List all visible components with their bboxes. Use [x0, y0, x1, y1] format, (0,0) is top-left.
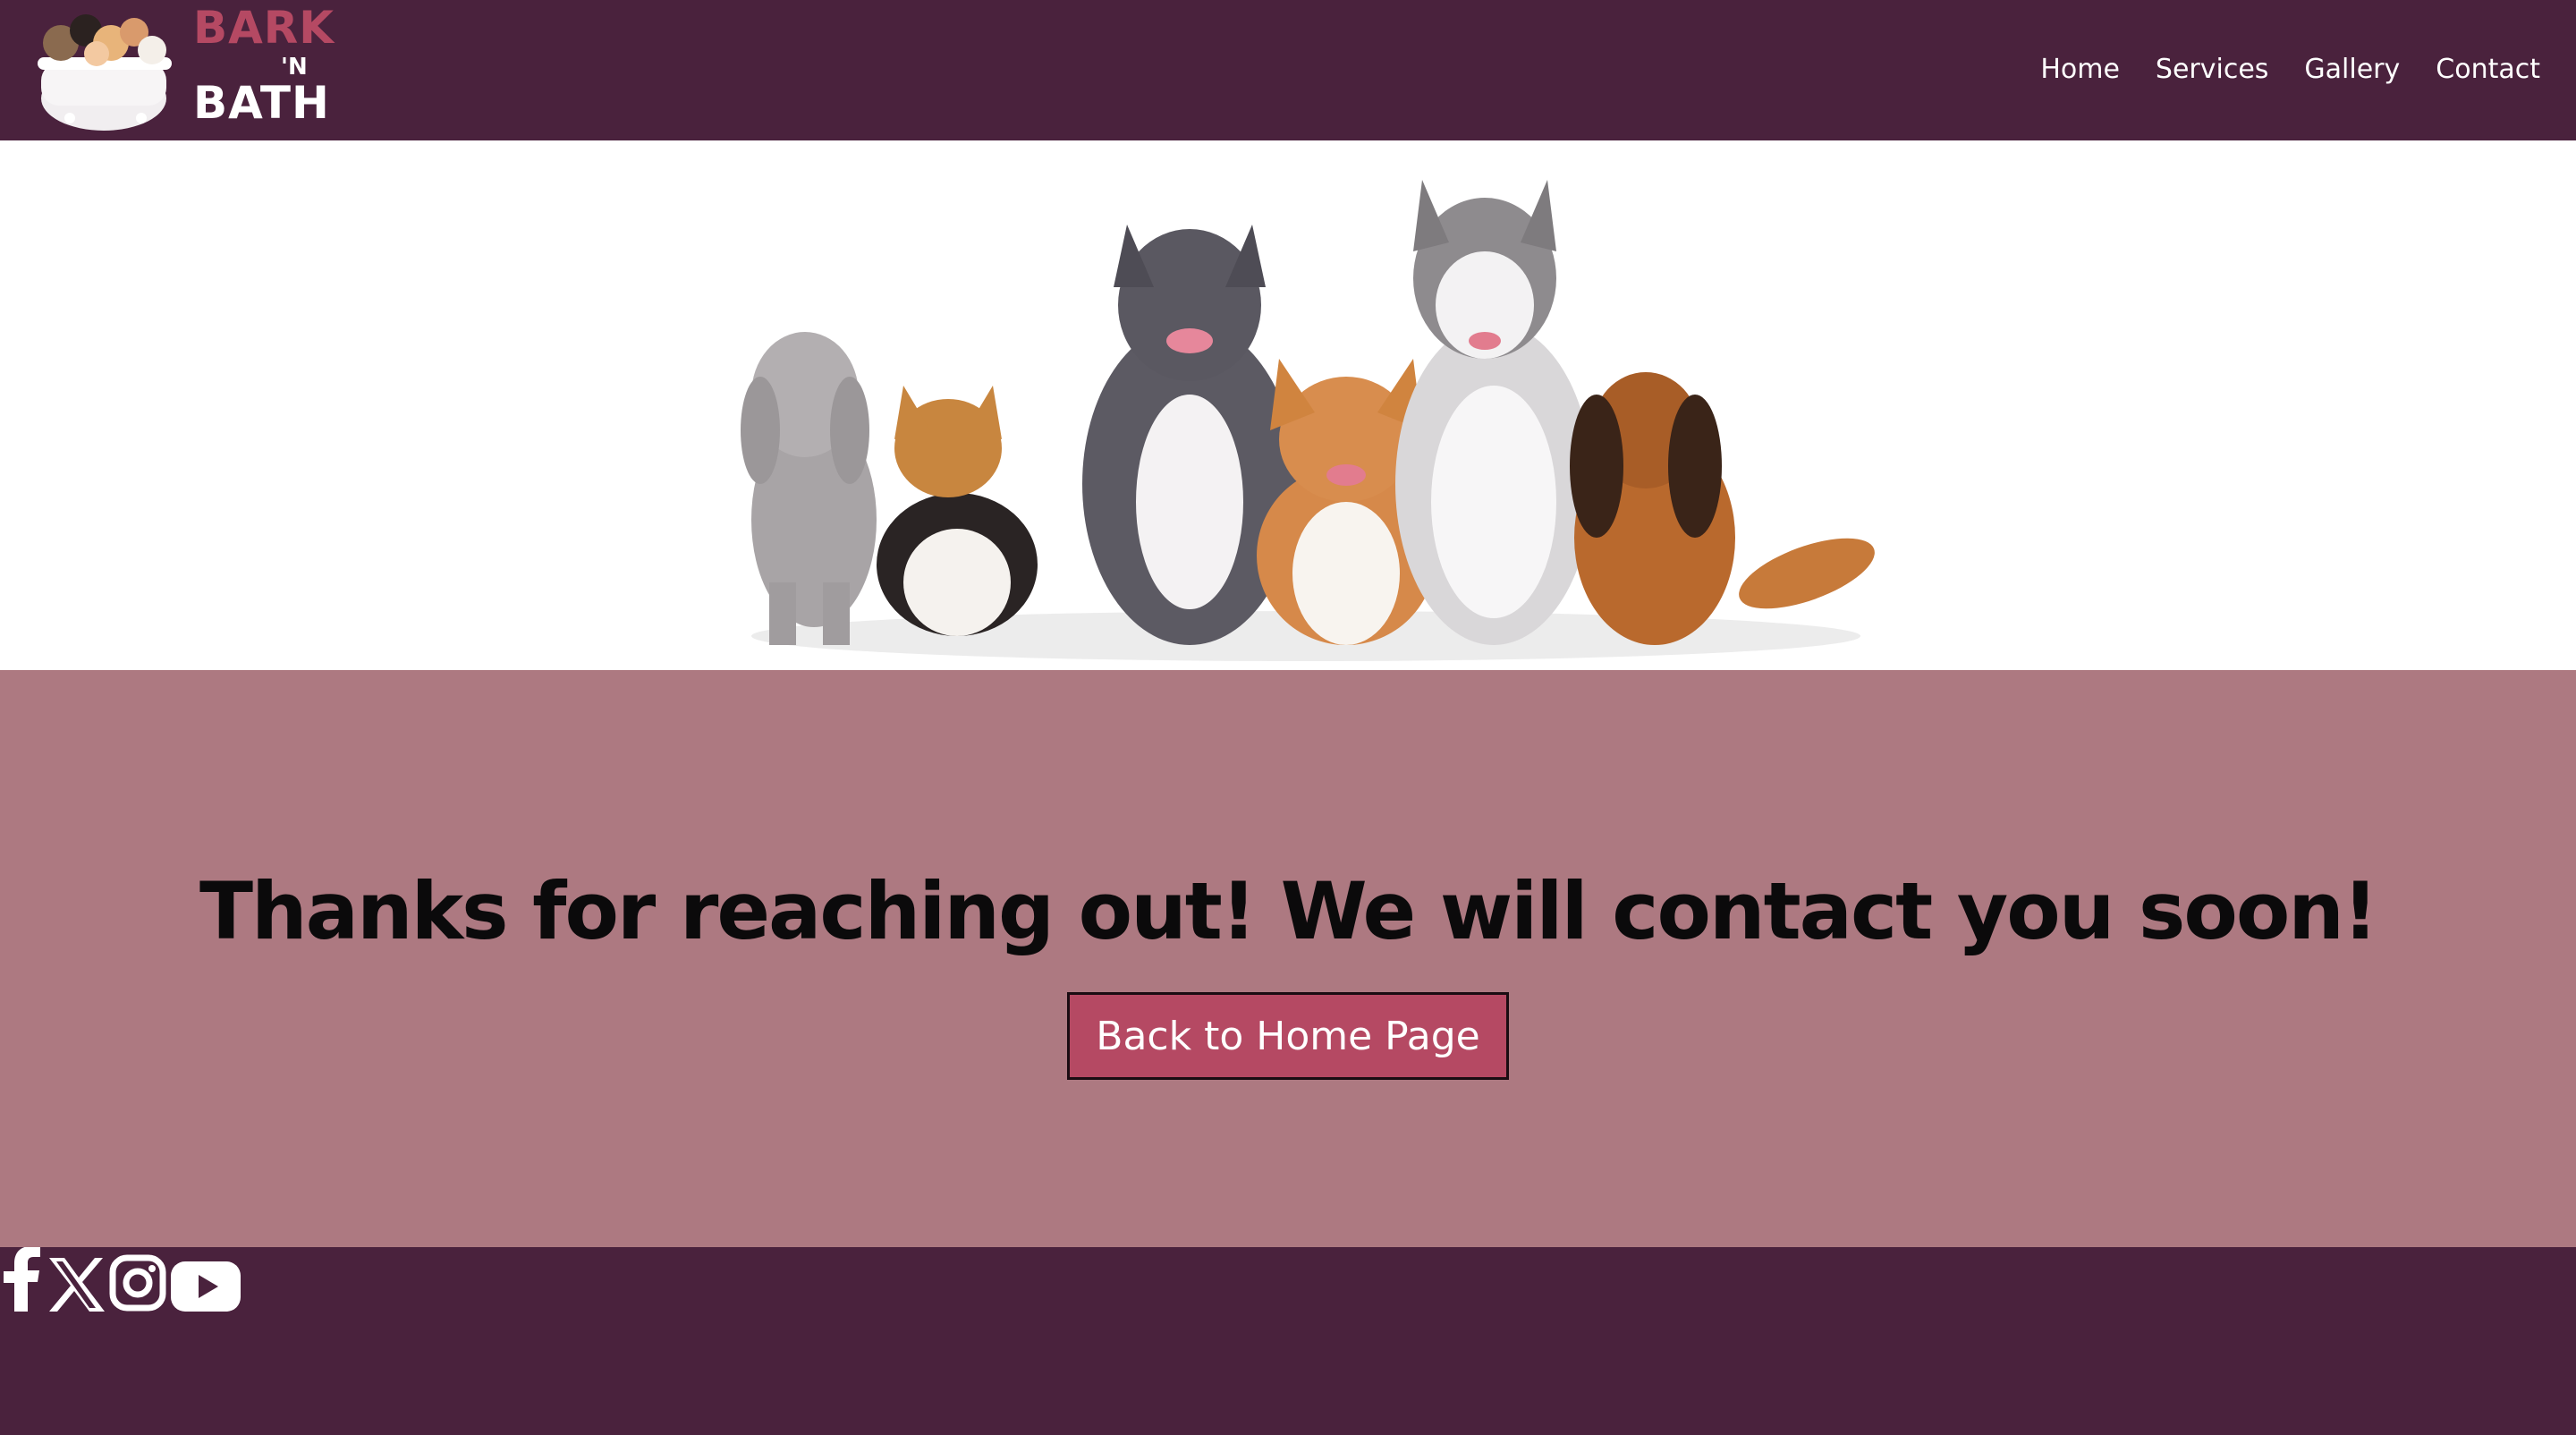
site-header: BARK 'N BATH Home Services Gallery Conta… [0, 0, 2576, 140]
logo-text-bark: BARK [193, 2, 335, 54]
back-to-home-button[interactable]: Back to Home Page [1067, 992, 1509, 1080]
logo-text-bath: BATH [193, 77, 330, 129]
site-logo[interactable]: BARK 'N BATH [34, 0, 338, 136]
weimaraner-puppy-image [741, 332, 877, 645]
nav-gallery[interactable]: Gallery [2304, 50, 2400, 89]
hero-banner [0, 140, 2576, 670]
nav-services[interactable]: Services [2156, 50, 2269, 89]
page-title: Thanks for reaching out! We will contact… [199, 865, 2378, 957]
site-footer [0, 1246, 2576, 1435]
x-twitter-icon[interactable] [47, 1258, 106, 1312]
bathtub-dogs-logo-icon [38, 14, 172, 131]
tricolor-corgi-image [877, 386, 1038, 636]
main-nav: Home Services Gallery Contact [2040, 50, 2540, 89]
nav-home[interactable]: Home [2040, 50, 2120, 89]
longhair-dachshund-image [1570, 372, 1875, 645]
instagram-icon[interactable] [109, 1254, 166, 1312]
facebook-icon[interactable] [0, 1246, 43, 1312]
youtube-icon[interactable] [171, 1261, 242, 1312]
thank-you-section: Thanks for reaching out! We will contact… [0, 670, 2576, 1247]
husky-image [1395, 180, 1592, 645]
nav-contact[interactable]: Contact [2436, 50, 2540, 89]
dogs-group-photo [741, 180, 1875, 661]
